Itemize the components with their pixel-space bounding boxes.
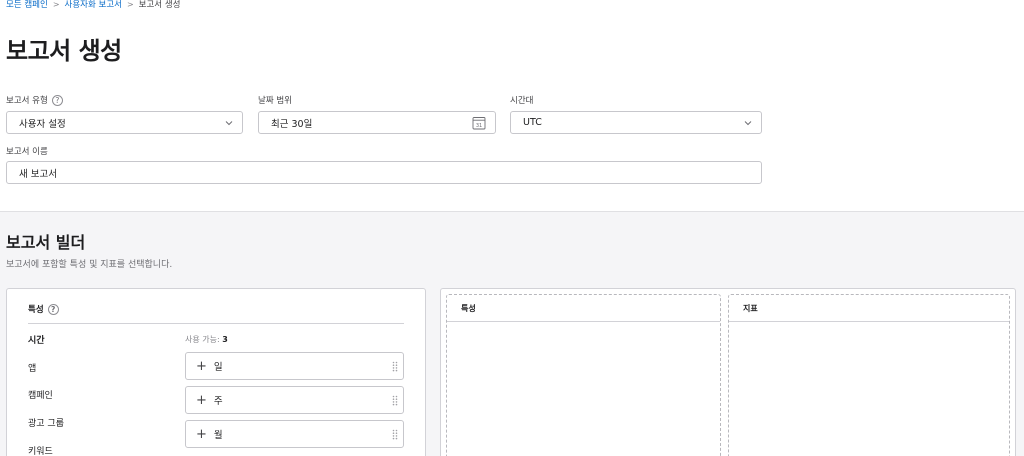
report-name-input[interactable]: 새 보고서 (6, 161, 762, 184)
drop-zones-panel: 특성 지표 (440, 288, 1016, 456)
report-builder: 보고서 빌더 보고서에 포함할 특성 및 지표를 선택합니다. 특성 ? 시간 … (0, 211, 1024, 456)
date-range-label-text: 날짜 범위 (258, 96, 292, 106)
page-title: 보고서 생성 (6, 37, 122, 65)
chevron-right-icon: > (52, 0, 60, 9)
date-range-label: 날짜 범위 (258, 94, 292, 106)
category-time[interactable]: 시간 (28, 333, 45, 346)
attributes-drop-zone[interactable]: 특성 (446, 294, 721, 456)
plus-icon: + (196, 392, 207, 408)
timezone-label: 시간대 (510, 94, 533, 106)
timezone-label-text: 시간대 (510, 96, 534, 106)
plus-icon: + (196, 358, 207, 374)
builder-title: 보고서 빌더 (6, 233, 86, 252)
chevron-right-icon: > (126, 0, 134, 9)
report-name-value: 새 보고서 (19, 168, 57, 180)
report-type-value: 사용자 설정 (19, 118, 66, 130)
drag-handle-icon[interactable] (392, 361, 398, 372)
help-icon[interactable]: ? (47, 303, 59, 315)
divider (28, 323, 404, 324)
breadcrumb-current: 보고서 생성 (138, 0, 181, 10)
category-app[interactable]: 앱 (28, 361, 36, 374)
available-number: 3 (222, 335, 228, 344)
available-count: 사용 가능: 3 (185, 334, 228, 345)
report-type-label: 보고서 유형 ? (6, 94, 63, 106)
breadcrumb-custom-reports[interactable]: 사용자화 보고서 (65, 0, 122, 10)
chip-label: 월 (213, 430, 223, 441)
calendar-icon[interactable]: 31 (472, 116, 486, 130)
attribute-chip-day[interactable]: + 일 (185, 352, 404, 380)
category-campaign[interactable]: 캠페인 (28, 388, 53, 401)
attributes-panel: 특성 ? 시간 앱 캠페인 광고 그룹 키워드 사용 가능: 3 + 일 + 주 (6, 288, 426, 456)
date-range-field[interactable]: 최근 30일 31 (258, 111, 496, 134)
metrics-drop-zone[interactable]: 지표 (728, 294, 1010, 456)
chevron-down-icon (744, 121, 752, 126)
report-type-select[interactable]: 사용자 설정 (6, 111, 243, 134)
attributes-panel-header: 특성 ? (28, 303, 59, 315)
report-name-label: 보고서 이름 (6, 145, 48, 157)
attributes-drop-header: 특성 (447, 295, 720, 322)
drag-handle-icon[interactable] (392, 429, 398, 440)
help-icon[interactable]: ? (51, 94, 63, 106)
report-type-label-text: 보고서 유형 (6, 96, 48, 106)
attribute-chip-month[interactable]: + 월 (185, 420, 404, 448)
attribute-chip-week[interactable]: + 주 (185, 386, 404, 414)
timezone-value: UTC (523, 117, 542, 128)
builder-description: 보고서에 포함할 특성 및 지표를 선택합니다. (6, 260, 173, 270)
category-ad-group[interactable]: 광고 그룹 (28, 416, 64, 429)
chip-label: 주 (213, 396, 223, 407)
breadcrumb-all-campaigns[interactable]: 모든 캠페인 (6, 0, 48, 10)
chip-label: 일 (213, 362, 223, 373)
breadcrumb: 모든 캠페인 > 사용자화 보고서 > 보고서 생성 (6, 0, 180, 10)
date-range-value: 최근 30일 (271, 118, 313, 130)
calendar-day: 31 (476, 123, 482, 129)
available-label: 사용 가능: (185, 335, 220, 344)
plus-icon: + (196, 426, 207, 442)
chevron-down-icon (225, 121, 233, 126)
drag-handle-icon[interactable] (392, 395, 398, 406)
category-keyword[interactable]: 키워드 (28, 444, 53, 456)
timezone-select[interactable]: UTC (510, 111, 762, 134)
attributes-panel-title: 특성 (28, 305, 44, 315)
report-name-label-text: 보고서 이름 (6, 147, 48, 157)
metrics-drop-header: 지표 (729, 295, 1009, 322)
